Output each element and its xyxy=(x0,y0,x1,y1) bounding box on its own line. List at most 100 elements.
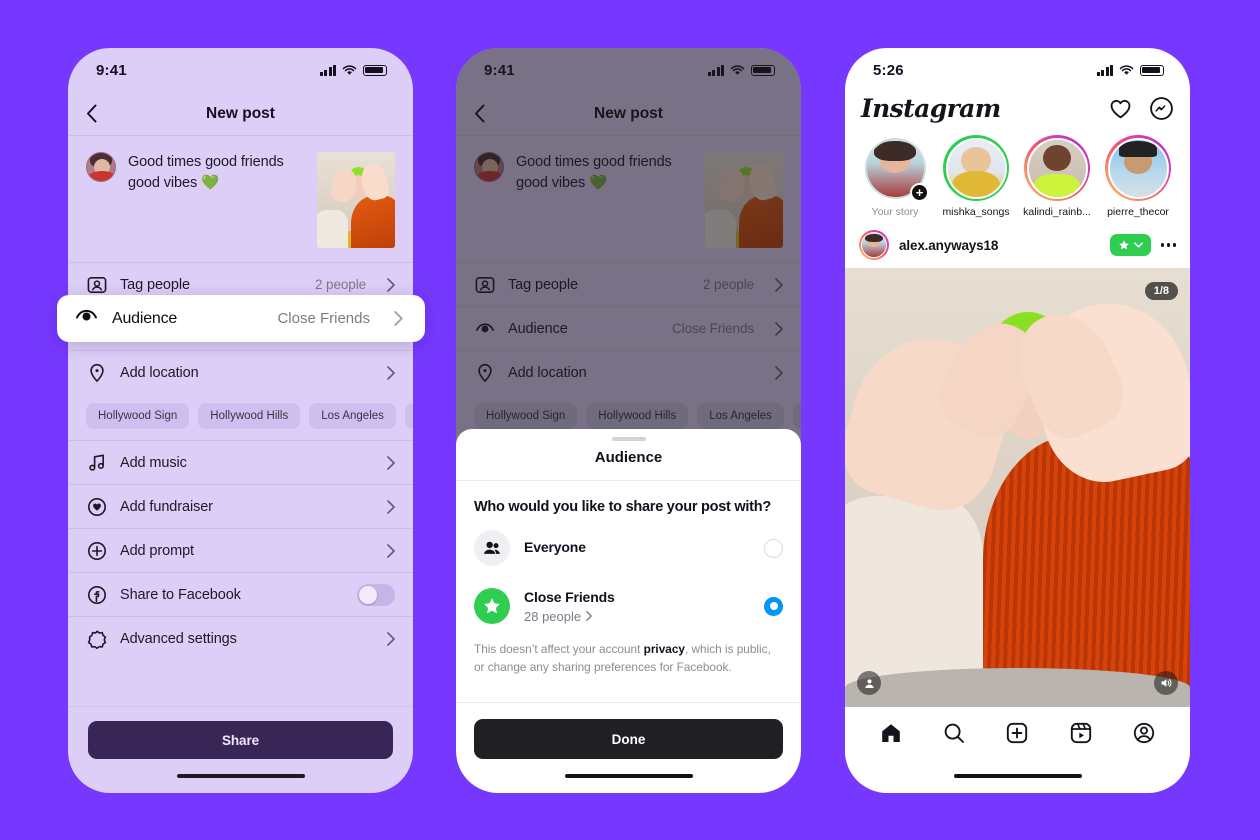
privacy-disclaimer: This doesn’t affect your account privacy… xyxy=(456,635,801,676)
audience-option-name: Everyone xyxy=(524,539,586,555)
highlight-value: Close Friends xyxy=(277,310,370,327)
sheet-question: Who would you like to share your post wi… xyxy=(474,499,771,515)
share-button[interactable]: Share xyxy=(88,721,393,759)
location-chip[interactable]: R xyxy=(404,403,413,429)
chevron-right-icon xyxy=(387,365,395,380)
star-icon xyxy=(1118,240,1129,250)
status-bar: 5:26 xyxy=(845,48,1190,92)
caption-text[interactable]: Good times good friends good vibes 💚 xyxy=(128,152,305,194)
people-group-icon xyxy=(474,530,510,566)
nav-bar: New post xyxy=(68,92,413,136)
privacy-link[interactable]: privacy xyxy=(644,642,685,656)
sheet-footer: Done xyxy=(456,702,801,759)
heart-icon[interactable] xyxy=(1108,96,1133,121)
audience-option-sub[interactable]: 28 people xyxy=(524,609,750,624)
option-label: Add location xyxy=(120,364,199,381)
home-indicator xyxy=(456,759,801,793)
option-share-to-facebook[interactable]: Share to Facebook xyxy=(68,572,413,616)
highlighted-audience-row[interactable]: Audience Close Friends xyxy=(57,295,425,342)
search-icon xyxy=(944,723,965,743)
tab-reels[interactable] xyxy=(1068,720,1094,746)
close-friends-badge[interactable] xyxy=(1109,234,1151,256)
highlight-label: Audience xyxy=(112,309,178,327)
sheet-grabber[interactable] xyxy=(456,429,801,449)
avatar[interactable] xyxy=(859,230,889,260)
tagged-people-icon[interactable] xyxy=(857,671,881,695)
stories-tray[interactable]: + Your story mishka_songs kalindi_rainb.… xyxy=(845,131,1190,224)
share-bar: Share xyxy=(68,706,413,759)
option-add-location[interactable]: Add location xyxy=(68,350,413,394)
tab-home[interactable] xyxy=(878,720,904,746)
create-plus-icon xyxy=(1007,722,1028,744)
post-caption-row[interactable]: Good times good friends good vibes 💚 xyxy=(68,136,413,262)
story-ring-gradient xyxy=(1105,135,1171,201)
post-header: alex.anyways18 xyxy=(845,224,1190,268)
story-item[interactable]: mishka_songs xyxy=(942,135,1010,218)
tab-create[interactable] xyxy=(1004,720,1030,746)
speaker-on-icon[interactable] xyxy=(1154,671,1178,695)
audience-icon xyxy=(75,305,98,333)
story-item[interactable]: kalindi_rainb... xyxy=(1023,135,1091,218)
sheet-title: Audience xyxy=(456,449,801,481)
location-chip[interactable]: Los Angeles xyxy=(309,403,396,429)
location-chip[interactable]: Hollywood Hills xyxy=(198,403,301,429)
location-chip[interactable]: Hollywood Sign xyxy=(86,403,190,429)
post-image[interactable]: 1/8 xyxy=(845,268,1190,707)
location-pin-icon xyxy=(86,362,107,383)
option-label: Share to Facebook xyxy=(120,586,241,603)
chevron-right-icon xyxy=(387,277,395,292)
chevron-right-icon xyxy=(387,455,395,470)
disclaimer-before: This doesn’t affect your account xyxy=(474,642,644,656)
option-label: Add prompt xyxy=(120,542,194,559)
radio-everyone[interactable] xyxy=(764,538,783,558)
tab-search[interactable] xyxy=(941,720,967,746)
option-advanced-settings[interactable]: Advanced settings xyxy=(68,616,413,660)
option-add-fundraiser[interactable]: Add fundraiser xyxy=(68,484,413,528)
share-to-facebook-toggle[interactable] xyxy=(357,583,395,606)
wifi-icon xyxy=(1119,64,1134,75)
done-button[interactable]: Done xyxy=(474,719,783,759)
story-label: kalindi_rainb... xyxy=(1023,206,1091,218)
home-indicator xyxy=(68,759,413,793)
plus-circle-icon xyxy=(86,540,107,561)
option-add-music[interactable]: Add music xyxy=(68,440,413,484)
instagram-header: Instagram xyxy=(845,92,1190,131)
music-note-icon xyxy=(86,452,107,473)
carousel-counter: 1/8 xyxy=(1144,282,1178,300)
avatar xyxy=(86,152,116,182)
option-label: Add music xyxy=(120,454,187,471)
radio-close-friends[interactable] xyxy=(764,596,783,616)
story-ring-gradient xyxy=(1024,135,1090,201)
chevron-left-icon[interactable] xyxy=(86,104,97,123)
home-indicator xyxy=(845,759,1190,793)
post-username[interactable]: alex.anyways18 xyxy=(899,238,1100,253)
plus-badge-icon[interactable]: + xyxy=(910,183,929,202)
chevron-down-icon xyxy=(1133,242,1143,248)
facebook-icon xyxy=(86,584,107,605)
option-label: Advanced settings xyxy=(120,630,237,647)
story-label: Your story xyxy=(871,206,919,218)
location-suggestion-chips[interactable]: Hollywood Sign Hollywood Hills Los Angel… xyxy=(68,394,413,440)
caption-emoji: 💚 xyxy=(201,175,220,192)
phone-mockup-audience-sheet: 9:41 New post Good times good friends go… xyxy=(456,48,801,793)
option-label: Add fundraiser xyxy=(120,498,213,515)
post-thumbnail[interactable] xyxy=(317,152,395,248)
screenshot-canvas: 9:41 New post Good times good friends go… xyxy=(0,0,1260,840)
story-your-story[interactable]: + Your story xyxy=(861,135,929,218)
cellular-signal-icon xyxy=(319,64,336,76)
story-item[interactable]: pierre_thecor xyxy=(1104,135,1172,218)
status-bar: 9:41 xyxy=(68,48,413,92)
audience-option-close-friends[interactable]: Close Friends 28 people xyxy=(456,577,801,635)
wifi-icon xyxy=(342,64,357,75)
more-options-icon[interactable] xyxy=(1160,243,1176,247)
phone-mockup-new-post: 9:41 New post Good times good friends go… xyxy=(68,48,413,793)
bottom-tab-bar xyxy=(845,707,1190,759)
chevron-right-icon xyxy=(394,311,403,326)
instagram-logo[interactable]: Instagram xyxy=(861,94,1001,123)
audience-bottom-sheet: Audience Who would you like to share you… xyxy=(456,429,801,793)
messenger-icon[interactable] xyxy=(1149,96,1174,121)
audience-option-everyone[interactable]: Everyone xyxy=(456,519,801,577)
tab-profile[interactable] xyxy=(1131,720,1157,746)
option-add-prompt[interactable]: Add prompt xyxy=(68,528,413,572)
